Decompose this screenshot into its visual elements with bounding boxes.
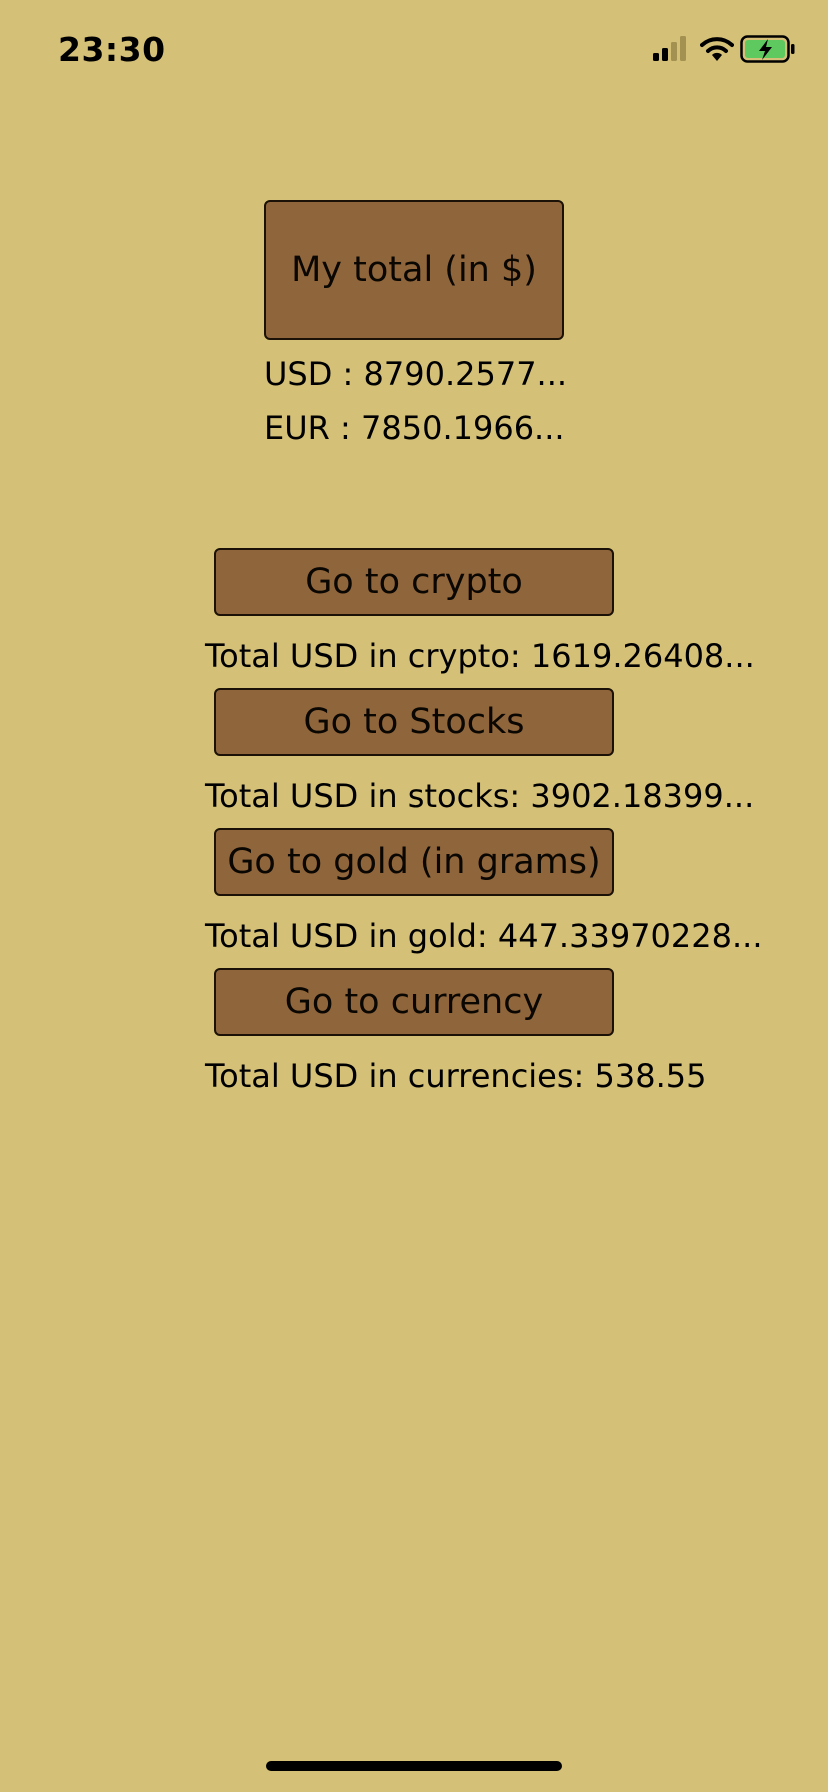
status-bar: 23:30 (0, 0, 828, 100)
currencies-total-text: Total USD in currencies: 538.55 (205, 1057, 707, 1095)
status-time: 23:30 (58, 30, 166, 69)
home-indicator[interactable] (266, 1761, 562, 1771)
go-to-stocks-button[interactable]: Go to Stocks (214, 688, 614, 756)
my-total-button[interactable]: My total (in $) (264, 200, 564, 340)
eur-total-text: EUR : 7850.1966... (264, 409, 565, 447)
signal-icon (653, 36, 686, 61)
go-to-gold-button[interactable]: Go to gold (in grams) (214, 828, 614, 896)
crypto-total-text: Total USD in crypto: 1619.26408... (205, 637, 755, 675)
go-to-currency-button[interactable]: Go to currency (214, 968, 614, 1036)
gold-total-text: Total USD in gold: 447.33970228... (205, 917, 763, 955)
go-to-crypto-button[interactable]: Go to crypto (214, 548, 614, 616)
usd-total-text: USD : 8790.2577... (264, 355, 568, 393)
stocks-total-text: Total USD in stocks: 3902.18399... (205, 777, 755, 815)
wifi-icon (700, 37, 734, 61)
battery-charging-icon (740, 35, 795, 63)
